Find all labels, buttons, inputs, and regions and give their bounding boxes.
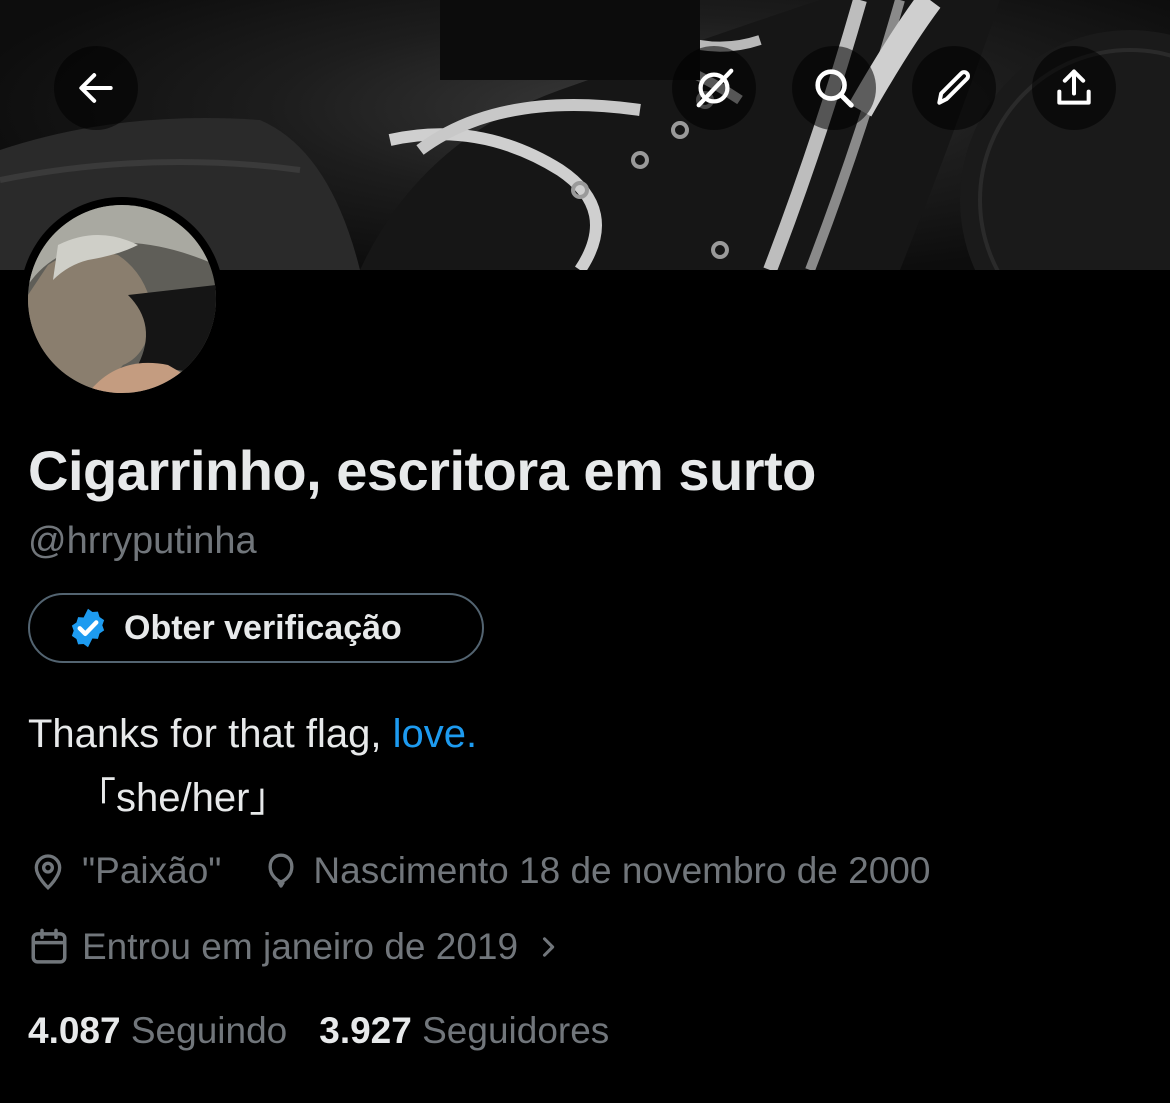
search-button[interactable] (792, 46, 876, 130)
location-text: "Paixão" (82, 850, 222, 891)
grok-icon (696, 68, 734, 108)
followers-link[interactable]: 3.927 Seguidores (319, 1010, 609, 1052)
back-arrow-icon (79, 73, 113, 103)
followers-label: Seguidores (422, 1010, 610, 1051)
bio-text: Thanks for that flag, (28, 712, 393, 756)
user-handle: @hrryputinha (28, 520, 257, 562)
avatar-image (28, 205, 216, 393)
display-name: Cigarrinho, escritora em surto (28, 439, 816, 502)
joined-text: Entrou em janeiro de 2019 (82, 926, 519, 967)
share-icon (1057, 69, 1091, 105)
get-verified-button[interactable]: Obter verificação (28, 593, 484, 663)
location-pin-icon (34, 854, 62, 890)
profile-meta-row: "Paixão" Nascimento 18 de novembro de 20… (28, 850, 930, 892)
bio: Thanks for that flag, love. 「she/her」 (28, 702, 477, 830)
back-button[interactable] (54, 46, 138, 130)
calendar-icon (31, 928, 67, 964)
avatar[interactable] (20, 197, 224, 401)
search-icon (815, 69, 854, 108)
chevron-right-icon (543, 937, 555, 957)
follow-stats: 4.087 Seguindo 3.927 Seguidores (28, 1010, 609, 1052)
bio-link[interactable]: love. (393, 712, 478, 756)
following-link[interactable]: 4.087 Seguindo (28, 1010, 287, 1052)
verified-badge-icon (71, 608, 105, 648)
following-label: Seguindo (130, 1010, 288, 1051)
balloon-icon (268, 853, 294, 888)
joined-row[interactable]: Entrou em janeiro de 2019 (28, 926, 562, 968)
pencil-icon (937, 70, 970, 105)
birthday-text: Nascimento 18 de novembro de 2000 (313, 850, 931, 891)
bio-pronouns: 「she/her」 (76, 776, 290, 820)
followers-count: 3.927 (319, 1010, 412, 1051)
share-button[interactable] (1032, 46, 1116, 130)
grok-button[interactable] (672, 46, 756, 130)
following-count: 4.087 (28, 1010, 121, 1051)
edit-profile-button[interactable] (912, 46, 996, 130)
get-verified-label: Obter verificação (124, 608, 402, 647)
